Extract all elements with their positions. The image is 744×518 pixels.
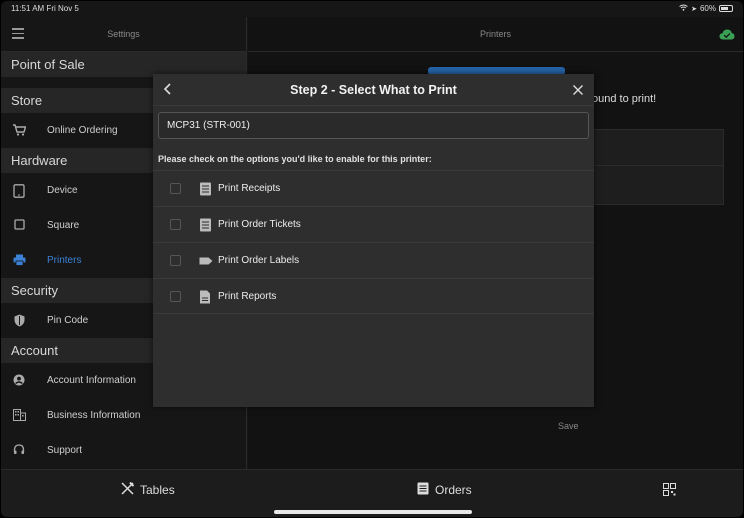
square-icon [12, 219, 26, 233]
save-button[interactable]: Save [558, 421, 579, 431]
printers-header: Printers [248, 17, 743, 52]
building-icon [12, 409, 26, 423]
option-label: Print Order Tickets [218, 219, 301, 230]
select-what-to-print-dialog: Step 2 - Select What to Print MCP31 (STR… [153, 74, 594, 407]
ipad-screen: 11:51 AM Fri Nov 5 ➤ 60% Settings Point … [1, 1, 743, 517]
printers-title: Printers [479, 29, 511, 39]
option-print-order-tickets[interactable]: Print Order Tickets [153, 206, 594, 242]
location-icon: ➤ [691, 5, 697, 13]
tab-qr-code[interactable] [663, 483, 676, 499]
checkbox[interactable] [170, 291, 181, 302]
status-indicators: ➤ 60% [679, 4, 733, 13]
orders-icon [417, 482, 429, 498]
label-icon [199, 254, 213, 268]
account-icon [12, 374, 26, 388]
printer-list-card [592, 129, 724, 205]
print-options-instruction: Please check on the options you'd like t… [158, 154, 432, 164]
print-options-list: Print Receipts Print Order Tickets Print… [153, 170, 594, 314]
printer-icon [12, 254, 26, 268]
printer-name-field[interactable]: MCP31 (STR-001) [158, 112, 589, 139]
sidebar-item-support[interactable]: Support [1, 433, 246, 468]
sidebar-header: Settings [1, 17, 246, 52]
no-printers-message: ound to print! [592, 93, 657, 105]
checkbox[interactable] [170, 183, 181, 194]
tab-label: Tables [140, 483, 175, 497]
sidebar-item-label: Device [47, 185, 78, 196]
option-print-reports[interactable]: Print Reports [153, 278, 594, 314]
option-label: Print Order Labels [218, 255, 300, 266]
option-print-order-labels[interactable]: Print Order Labels [153, 242, 594, 278]
option-label: Print Reports [218, 291, 277, 302]
cart-icon [12, 124, 26, 138]
bottom-tab-bar: Tables Orders [1, 469, 743, 517]
close-icon[interactable] [572, 83, 584, 95]
option-print-receipts[interactable]: Print Receipts [153, 170, 594, 206]
sidebar-item-label: Business Information [47, 410, 141, 421]
sidebar-item-label: Square [47, 220, 80, 231]
tab-tables[interactable]: Tables [121, 481, 175, 498]
dialog-title: Step 2 - Select What to Print [290, 83, 457, 97]
dialog-header: Step 2 - Select What to Print [153, 74, 594, 106]
ticket-icon [199, 218, 213, 232]
option-label: Print Receipts [218, 183, 281, 194]
sidebar-title: Settings [107, 29, 140, 39]
sidebar-item-label: Printers [47, 255, 82, 266]
sidebar-item-label: Online Ordering [47, 125, 118, 136]
sidebar-item-label: Pin Code [47, 315, 89, 326]
wifi-icon [679, 4, 688, 13]
tab-orders[interactable]: Orders [417, 482, 472, 498]
tab-label: Orders [435, 483, 472, 497]
battery-percent: 60% [699, 4, 716, 13]
qr-code-icon [663, 483, 676, 499]
shield-icon [12, 314, 26, 328]
receipt-icon [199, 182, 213, 196]
home-indicator[interactable] [274, 510, 472, 514]
checkbox[interactable] [170, 219, 181, 230]
utensils-icon [121, 481, 135, 498]
checkbox[interactable] [170, 255, 181, 266]
report-icon [199, 290, 213, 304]
status-time: 11:51 AM Fri Nov 5 [11, 4, 79, 13]
sidebar-item-label: Account Information [47, 375, 136, 386]
sidebar-item-label: Support [47, 445, 83, 456]
battery-icon [719, 5, 733, 12]
tablet-icon [12, 184, 26, 198]
cloud-sync-icon[interactable] [719, 27, 735, 40]
headset-icon [12, 444, 26, 458]
status-bar: 11:51 AM Fri Nov 5 ➤ 60% [1, 1, 743, 17]
